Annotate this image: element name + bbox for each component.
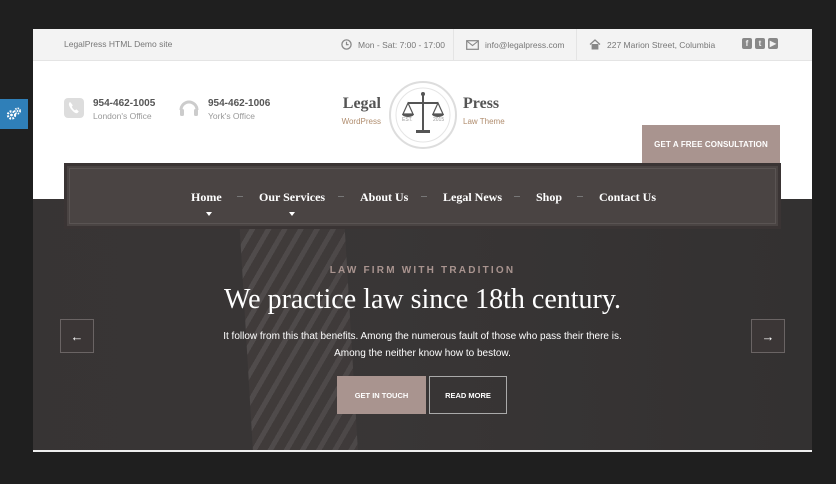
page-frame: LegalPress HTML Demo site Mon - Sat: 7:0… bbox=[33, 29, 812, 452]
logo-sub-right: Law Theme bbox=[463, 117, 505, 126]
get-in-touch-button[interactable]: GET IN TOUCH bbox=[337, 376, 426, 414]
phone-number: 954-462-1006 bbox=[208, 98, 271, 109]
nav-separator bbox=[237, 196, 243, 197]
logo-word-left: Legal bbox=[342, 95, 381, 112]
nav-separator bbox=[577, 196, 583, 197]
home-icon bbox=[589, 39, 601, 50]
nav-item-home[interactable]: Home bbox=[191, 190, 222, 205]
nav-separator bbox=[338, 196, 344, 197]
arrow-left-icon: ← bbox=[70, 328, 84, 344]
hero-headline: We practice law since 18th century. bbox=[223, 284, 622, 315]
phone-number: 954-462-1005 bbox=[93, 98, 156, 109]
arrow-right-icon: → bbox=[761, 328, 775, 344]
nav-separator bbox=[421, 196, 427, 197]
envelope-icon bbox=[466, 39, 479, 50]
site-title: LegalPress HTML Demo site bbox=[64, 39, 173, 49]
address: 227 Marion Street, Columbia bbox=[576, 29, 715, 60]
logo-sub-left: WordPress bbox=[341, 117, 381, 126]
free-consultation-button[interactable]: GET A FREE CONSULTATION bbox=[642, 125, 780, 163]
phone-york[interactable]: 954-462-1006 York's Office bbox=[178, 97, 270, 122]
email-link[interactable]: info@legalpress.com bbox=[485, 40, 565, 50]
gears-icon bbox=[6, 107, 21, 120]
hours-text: Mon - Sat: 7:00 - 17:00 bbox=[358, 39, 445, 50]
hero-overlay bbox=[33, 199, 812, 452]
nav-item-legal-news[interactable]: Legal News bbox=[443, 190, 502, 205]
youtube-icon[interactable]: ▶ bbox=[768, 38, 778, 49]
frame-bottom-border bbox=[33, 450, 812, 452]
hero-kicker: LAW FIRM WITH TRADITION bbox=[329, 265, 516, 276]
opening-hours: Mon - Sat: 7:00 - 17:00 bbox=[329, 29, 445, 60]
hero-description-line: It follow from this that benefits. Among… bbox=[223, 331, 622, 342]
clock-icon bbox=[341, 39, 352, 50]
nav-item-our-services[interactable]: Our Services bbox=[259, 190, 325, 205]
chevron-down-icon[interactable] bbox=[206, 212, 212, 216]
hero-description-line: Among the neither know how to bestow. bbox=[334, 348, 511, 359]
phone-label: London's Office bbox=[93, 111, 152, 121]
logo-year: 2015 bbox=[433, 117, 444, 123]
twitter-icon[interactable]: t bbox=[755, 38, 765, 49]
address-text: 227 Marion Street, Columbia bbox=[607, 39, 716, 50]
slider-prev-button[interactable]: ← bbox=[60, 319, 94, 353]
scales-of-justice-icon: EST. 2015 bbox=[389, 81, 457, 149]
chevron-down-icon[interactable] bbox=[289, 212, 295, 216]
top-bar: LegalPress HTML Demo site Mon - Sat: 7:0… bbox=[33, 29, 812, 61]
nav-item-contact-us[interactable]: Contact Us bbox=[599, 190, 656, 205]
phone-london[interactable]: 954-462-1005 London's Office bbox=[63, 97, 155, 122]
hero-slider: LAW FIRM WITH TRADITION We practice law … bbox=[33, 199, 812, 452]
email-contact[interactable]: info@legalpress.com bbox=[453, 29, 565, 60]
phone-icon bbox=[64, 98, 84, 118]
nav-separator bbox=[514, 196, 520, 197]
nav-item-about-us[interactable]: About Us bbox=[360, 190, 408, 205]
slider-next-button[interactable]: → bbox=[751, 319, 785, 353]
headset-icon bbox=[179, 100, 199, 116]
read-more-button[interactable]: READ MORE bbox=[429, 376, 507, 414]
nav-item-shop[interactable]: Shop bbox=[536, 190, 562, 205]
site-logo[interactable]: Legal WordPress EST. 2015 Press Law Them… bbox=[337, 77, 509, 149]
logo-word-right: Press bbox=[463, 95, 500, 112]
social-links: f t ▶ bbox=[742, 38, 778, 49]
facebook-icon[interactable]: f bbox=[742, 38, 752, 49]
main-navigation: Home Our Services About Us Legal News Sh… bbox=[64, 163, 781, 229]
settings-panel-toggle[interactable] bbox=[0, 99, 28, 129]
phone-label: York's Office bbox=[208, 111, 255, 121]
logo-est: EST. bbox=[402, 117, 413, 123]
hero-description: It follow from this that benefits. Among… bbox=[33, 328, 812, 362]
